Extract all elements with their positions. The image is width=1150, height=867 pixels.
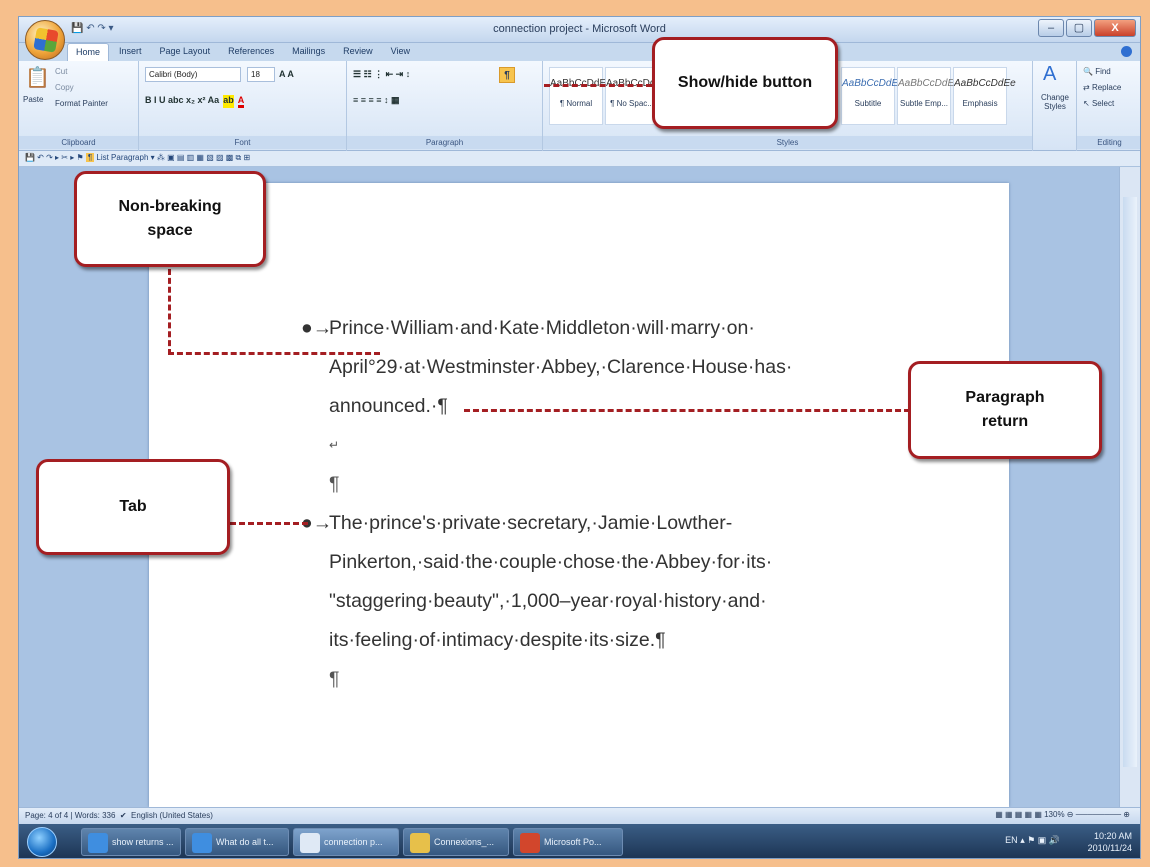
styles-label: Styles: [543, 136, 1032, 149]
style-normal[interactable]: AaBbCcDdEe ¶ Normal: [549, 67, 612, 125]
paste-icon: 📋: [25, 67, 50, 89]
tray-icons[interactable]: EN ▴ ⚑ ▣ 🔊: [1005, 835, 1060, 846]
alignment-buttons[interactable]: ≡ ≡ ≡ ≡ ↕ ▦: [353, 95, 400, 106]
change-styles-icon: A: [1043, 63, 1057, 85]
nbsp-connector-vertical: [168, 269, 171, 355]
word-doc-icon: [300, 833, 320, 853]
callout-tab: Tab: [36, 459, 230, 555]
replace-button[interactable]: ⇄ Replace: [1083, 83, 1121, 92]
cut-button[interactable]: Cut: [55, 67, 67, 76]
show-hide-connector: [544, 84, 652, 87]
p1-line2: April°29·at·Westminster·Abbey,·Clarence·…: [329, 356, 793, 378]
start-button[interactable]: [27, 827, 57, 857]
copy-button[interactable]: Copy: [55, 83, 74, 92]
status-bar: Page: 4 of 4 | Words: 336 ✔ English (Uni…: [19, 807, 1140, 824]
taskbar-item-connection[interactable]: connection p...: [293, 828, 399, 856]
select-button[interactable]: ↖ Select: [1083, 99, 1114, 108]
document-body: ●→ Prince·William·and·Kate·Middleton·wil…: [301, 309, 793, 699]
style-emphasis[interactable]: AaBbCcDdEe Emphasis: [953, 67, 1016, 125]
powerpoint-icon: [520, 833, 540, 853]
window-controls: – ▢ X: [1038, 19, 1136, 37]
list-buttons[interactable]: ☰ ☷ ⋮ ⇤ ⇥ ↕: [353, 69, 410, 80]
paragraph-label: Paragraph: [347, 136, 542, 149]
ribbon: 📋 Paste Cut Copy Format Painter Clipboar…: [19, 61, 1140, 151]
help-icon[interactable]: [1121, 46, 1132, 57]
style-subtitle[interactable]: AaBbCcDdEe Subtitle: [841, 67, 904, 125]
office-logo-icon: [33, 27, 59, 53]
tab-mailings[interactable]: Mailings: [284, 43, 333, 61]
bullet-1: ●→: [301, 317, 333, 339]
taskbar-item-powerpoint[interactable]: Microsoft Po...: [513, 828, 623, 856]
window-title: connection project - Microsoft Word: [493, 23, 666, 35]
show-hide-button[interactable]: ¶: [499, 67, 515, 83]
scroll-thumb[interactable]: [1123, 197, 1137, 767]
document-page[interactable]: ●→ Prince·William·and·Kate·Middleton·wil…: [149, 183, 1009, 807]
font-name-select[interactable]: Calibri (Body): [145, 67, 241, 82]
p2-line3: "staggering·beauty",·1,000–year·royal·hi…: [329, 590, 767, 612]
office-button[interactable]: [25, 20, 65, 60]
callout-show-hide: Show/hide button: [652, 37, 838, 129]
tab-view[interactable]: View: [383, 43, 418, 61]
tab-connector: [230, 522, 308, 525]
language[interactable]: English (United States): [131, 811, 213, 820]
paragraph-group: ☰ ☷ ⋮ ⇤ ⇥ ↕ ¶ ≡ ≡ ≡ ≡ ↕ ▦ Paragraph: [347, 61, 543, 151]
taskbar: show returns ... What do all t... connec…: [19, 824, 1140, 858]
font-group: Calibri (Body) 18 A A B I U abc x₂ x² Aa…: [139, 61, 347, 151]
word-count[interactable]: Words: 336: [75, 811, 116, 820]
style-subtle-emphasis[interactable]: AaBbCcDdEe Subtle Emp...: [897, 67, 960, 125]
tab-home[interactable]: Home: [67, 43, 110, 61]
p1-line1: Prince·William·and·Kate·Middleton·will·m…: [329, 317, 755, 339]
quick-access-toolbar[interactable]: 💾 ↶ ↷ ▸ ✂ ▸ ⚑ ¶ List Paragraph ▾ ⁂ ▣ ▤ ▥…: [19, 151, 1140, 167]
tab-references[interactable]: References: [220, 43, 282, 61]
restore-button[interactable]: ▢: [1066, 19, 1092, 37]
clipboard-group: 📋 Paste Cut Copy Format Painter Clipboar…: [19, 61, 139, 151]
empty-paragraph-mark: ¶: [329, 473, 340, 495]
p2-line4: its·feeling·of·intimacy·despite·its·size…: [329, 629, 666, 651]
taskbar-item-connexions[interactable]: Connexions_...: [403, 828, 509, 856]
vertical-scrollbar[interactable]: [1119, 167, 1140, 807]
clipboard-label: Clipboard: [19, 136, 138, 149]
tab-insert[interactable]: Insert: [111, 43, 150, 61]
p1-line3: announced.·¶: [329, 395, 448, 417]
title-bar: 💾 ↶ ↷ ▾ connection project - Microsoft W…: [19, 17, 1140, 43]
font-label: Font: [139, 136, 346, 149]
callout-non-breaking: Non-breaking space: [74, 171, 266, 267]
tab-review[interactable]: Review: [335, 43, 381, 61]
p2-line2: Pinkerton,·said·the·couple·chose·the·Abb…: [329, 551, 773, 573]
ie-icon: [192, 833, 212, 853]
editing-group: 🔍 Find ⇄ Replace ↖ Select Editing: [1077, 61, 1140, 151]
ie-icon: [88, 833, 108, 853]
font-size-select[interactable]: 18: [247, 67, 275, 82]
clock[interactable]: 10:20 AM 2010/11/24: [1088, 830, 1132, 854]
ribbon-tabs: Home Insert Page Layout References Maili…: [67, 43, 418, 61]
zoom-control[interactable]: ▦ ▦ ▦ ▦ ▦ 130% ⊖ ──────── ⊕: [995, 810, 1130, 819]
close-button[interactable]: X: [1094, 19, 1136, 37]
tab-page-layout[interactable]: Page Layout: [152, 43, 219, 61]
grow-shrink-font[interactable]: A A: [279, 69, 294, 79]
minimize-button[interactable]: –: [1038, 19, 1064, 37]
editing-label: Editing: [1077, 136, 1140, 149]
style-no-spacing[interactable]: AaBbCcDdEe ¶ No Spac...: [605, 67, 668, 125]
taskbar-item-show-returns[interactable]: show returns ...: [81, 828, 181, 856]
change-styles-button[interactable]: Change Styles: [1035, 93, 1075, 111]
page-count[interactable]: Page: 4 of 4: [25, 811, 68, 820]
nbsp-connector-horizontal: [168, 352, 380, 355]
p2-line1: The·prince's·private·secretary,·Jamie·Lo…: [329, 512, 733, 534]
format-painter-button[interactable]: Format Painter: [55, 99, 108, 108]
qat-style-select[interactable]: List Paragraph: [96, 153, 148, 162]
callout-paragraph-return: Paragraph return: [908, 361, 1102, 459]
find-button[interactable]: 🔍 Find: [1083, 67, 1111, 76]
taskbar-item-what-do[interactable]: What do all t...: [185, 828, 289, 856]
final-paragraph-mark: ¶: [329, 668, 340, 690]
paste-button[interactable]: Paste: [23, 95, 43, 104]
line-break-mark: ↵: [329, 438, 340, 452]
change-styles-group: A Change Styles: [1033, 61, 1077, 151]
paragraph-return-connector: [464, 409, 910, 412]
font-format-buttons[interactable]: B I U abc x₂ x² Aa ab A: [145, 95, 245, 108]
folder-icon: [410, 833, 430, 853]
